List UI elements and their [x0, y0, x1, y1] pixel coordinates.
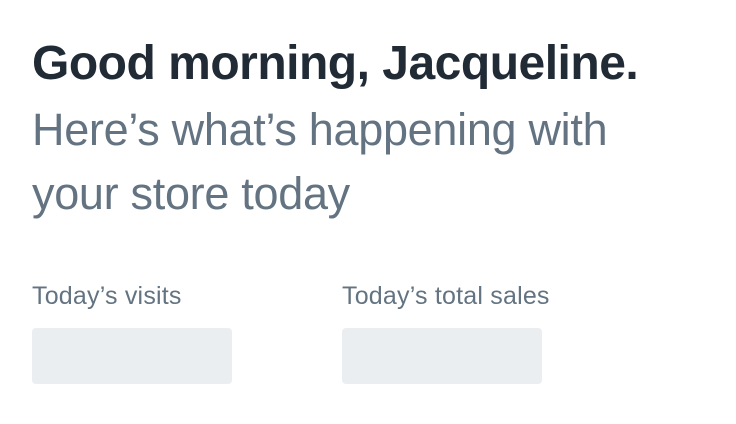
stat-visits-skeleton	[32, 328, 232, 384]
dashboard-welcome: Good morning, Jacqueline. Here’s what’s …	[32, 32, 722, 384]
store-summary-subheading: Here’s what’s happening with your store …	[32, 104, 608, 219]
stats-summary: Today’s visits Today’s total sales	[32, 278, 550, 384]
stat-visits-label: Today’s visits	[32, 282, 182, 310]
greeting-heading: Good morning, Jacqueline.	[32, 37, 639, 90]
stat-total-sales-label: Today’s total sales	[342, 282, 550, 310]
stat-total-sales-skeleton	[342, 328, 542, 384]
stat-visits: Today’s visits	[32, 278, 232, 384]
stat-total-sales: Today’s total sales	[342, 278, 550, 384]
